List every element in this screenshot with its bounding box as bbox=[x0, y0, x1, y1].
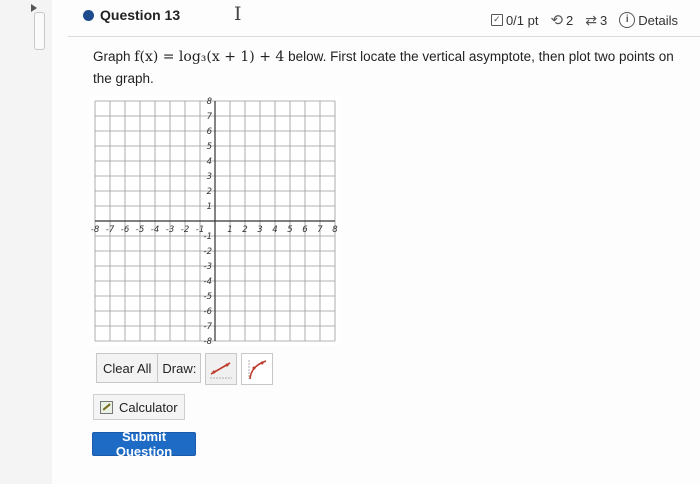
question-prompt: Graph f(x) = log₃(x + 1) + 4 below. Firs… bbox=[93, 46, 683, 89]
draw-label: Draw: bbox=[158, 353, 202, 383]
clear-all-button[interactable]: Clear All bbox=[96, 353, 159, 383]
y-tick-label: 5 bbox=[207, 142, 212, 152]
x-tick-label: -8 bbox=[91, 225, 100, 235]
attempts-value: 2 bbox=[566, 12, 574, 28]
question-meta: ✓ 0/1 pt ⟲ 2 ⇄ 3 i Details bbox=[490, 11, 678, 29]
x-tick-label: 2 bbox=[242, 225, 247, 235]
log-curve-tool-icon bbox=[248, 360, 267, 380]
x-tick-label: 7 bbox=[317, 225, 323, 235]
x-tick-label: 8 bbox=[332, 225, 338, 235]
y-tick-label: -1 bbox=[204, 232, 212, 242]
x-tick-label: 4 bbox=[272, 225, 277, 235]
retries-value: 3 bbox=[600, 12, 608, 28]
status-dot-icon bbox=[83, 10, 94, 21]
info-icon[interactable]: i bbox=[619, 12, 636, 28]
x-tick-label: 6 bbox=[302, 225, 308, 235]
x-tick-label: 5 bbox=[287, 225, 292, 235]
calculator-label: Calculator bbox=[119, 399, 178, 415]
line-tool-button[interactable] bbox=[205, 353, 238, 385]
y-tick-label: -2 bbox=[204, 247, 212, 257]
log-curve-tool-button[interactable] bbox=[241, 353, 274, 385]
swap-icon: ⇄ bbox=[585, 11, 598, 28]
question-header: Question 13 I ✓ 0/1 pt ⟲ 2 ⇄ 3 i Details bbox=[68, 0, 700, 37]
y-tick-label: 4 bbox=[207, 157, 212, 167]
left-sidebar-strip bbox=[0, 0, 52, 484]
points-value: 0/1 pt bbox=[505, 12, 539, 28]
square-check-icon: ✓ bbox=[490, 14, 503, 26]
calculator-button[interactable]: Calculator bbox=[93, 394, 185, 420]
x-tick-label: -5 bbox=[136, 225, 144, 235]
graph-toolbar: Clear All Draw: bbox=[96, 353, 274, 385]
y-tick-label: 6 bbox=[207, 127, 213, 137]
y-tick-label: 8 bbox=[207, 97, 213, 107]
prompt-lead: Graph bbox=[93, 49, 131, 64]
y-tick-label: -7 bbox=[204, 322, 213, 332]
question-title: Question 13 bbox=[100, 7, 181, 23]
submit-question-button[interactable]: Submit Question bbox=[92, 429, 196, 459]
y-tick-label: -8 bbox=[204, 337, 213, 346]
undo-icon: ⟲ bbox=[550, 12, 564, 29]
graph-area[interactable]: -8 -7 -6 -5 -4 -3 -2 -1 1 2 3 4 5 6 7 8 8 7 6 5 4 3 2 1 -1 -2 -3 -4… bbox=[90, 96, 340, 347]
y-tick-label: 1 bbox=[207, 202, 212, 212]
y-tick-label: -5 bbox=[204, 292, 212, 302]
y-tick-label: 2 bbox=[207, 187, 212, 197]
text-cursor-icon: I bbox=[234, 3, 242, 25]
y-tick-label: -3 bbox=[204, 262, 212, 272]
x-tick-label: -4 bbox=[151, 225, 159, 235]
sidebar-tab[interactable] bbox=[34, 12, 45, 50]
y-tick-label: 7 bbox=[207, 112, 213, 122]
details-link[interactable]: Details bbox=[638, 13, 678, 28]
x-tick-label: 1 bbox=[227, 225, 232, 235]
prompt-function: f(x) = log₃(x + 1) + 4 bbox=[134, 49, 285, 65]
x-tick-label: -6 bbox=[121, 225, 130, 235]
x-tick-label: -3 bbox=[166, 225, 174, 235]
x-tick-label: -2 bbox=[181, 225, 189, 235]
arrow-marker-icon bbox=[31, 4, 37, 12]
x-tick-label: -7 bbox=[106, 225, 115, 235]
y-tick-label: 3 bbox=[207, 172, 212, 182]
line-tool-icon bbox=[210, 362, 233, 379]
y-tick-label: -4 bbox=[204, 277, 212, 287]
x-tick-label: 3 bbox=[257, 225, 262, 235]
coordinate-grid[interactable]: -8 -7 -6 -5 -4 -3 -2 -1 1 2 3 4 5 6 7 887654321-1-2-3-4… bbox=[90, 96, 340, 347]
y-tick-label: -6 bbox=[204, 307, 213, 317]
calculator-icon bbox=[100, 400, 113, 414]
